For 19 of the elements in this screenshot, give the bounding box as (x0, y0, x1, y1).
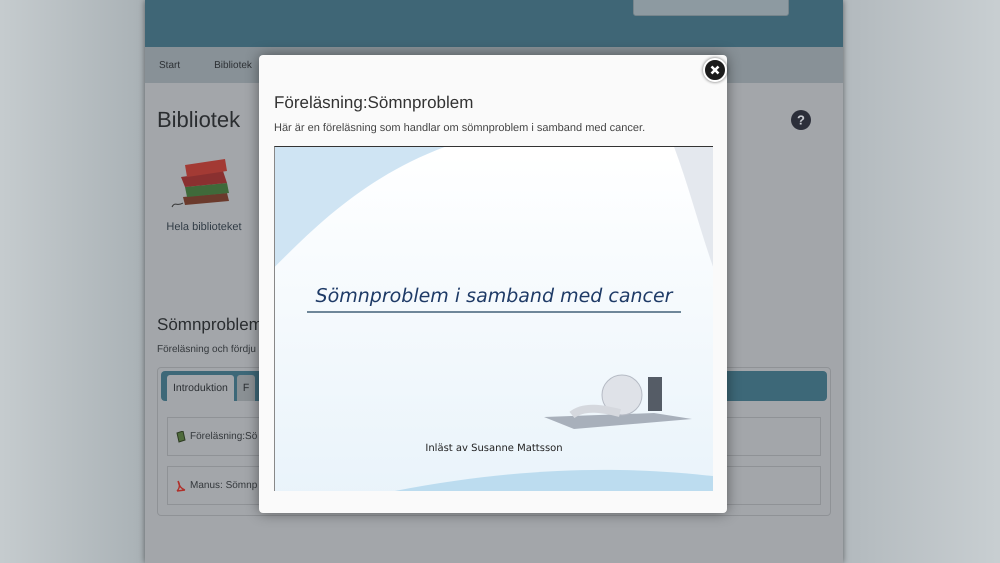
section-title: Sömnproblem (157, 315, 264, 335)
resource-label[interactable]: Manus: Sömnp (190, 480, 258, 491)
library-link[interactable]: Hela biblioteket (166, 221, 242, 233)
modal-description: Här är en föreläsning som handlar om sömnproblem i samband med cancer. (274, 122, 646, 134)
resource-label[interactable]: Föreläsning:Sö (190, 431, 258, 442)
help-icon[interactable]: ? (791, 110, 811, 130)
book-icon (176, 430, 186, 442)
close-icon (710, 65, 720, 75)
search-field[interactable] (633, 0, 789, 16)
section-intro: Föreläsning och fördju (157, 344, 257, 355)
modal-title: Föreläsning:Sömnproblem (274, 93, 474, 113)
nav-link[interactable]: Bibliotek (214, 60, 252, 70)
page-heading: Bibliotek (157, 107, 240, 133)
tab[interactable]: F (236, 375, 256, 401)
pdf-icon (176, 480, 186, 492)
tab[interactable]: Introduktion (167, 375, 234, 401)
slide-title: Sömnproblem i samband med cancer (316, 285, 672, 307)
nav-link[interactable]: Start (159, 60, 180, 70)
slide-credit: Inläst av Susanne Mattsson (425, 443, 563, 454)
